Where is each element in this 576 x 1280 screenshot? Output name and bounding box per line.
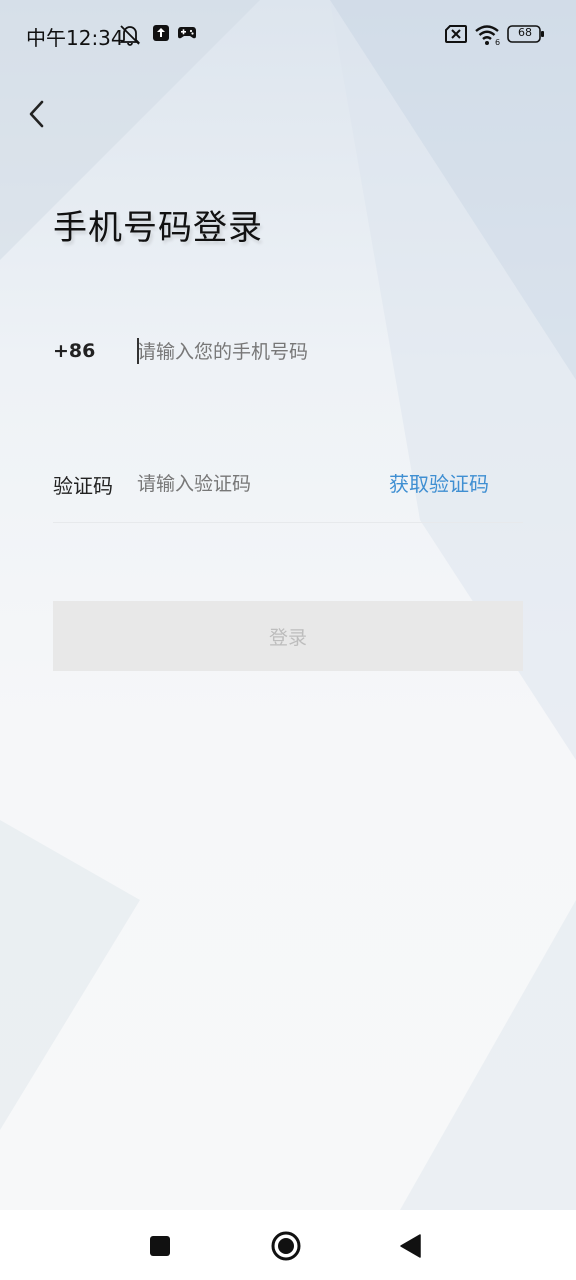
page-title: 手机号码登录 (53, 208, 263, 248)
code-row: 验证码 获取验证码 (53, 462, 523, 523)
recent-apps-button[interactable] (142, 1228, 178, 1264)
code-label: 验证码 (53, 474, 113, 498)
upload-icon (152, 24, 170, 46)
chevron-left-icon (29, 100, 44, 128)
recent-apps-icon (150, 1236, 170, 1256)
phone-row: +86 (53, 330, 523, 374)
back-icon (400, 1234, 421, 1258)
get-code-button[interactable]: 获取验证码 (389, 468, 489, 497)
status-bar: 中午12:34 6 68 (0, 0, 576, 72)
battery-icon: 68 (507, 24, 545, 48)
mute-icon (118, 24, 142, 50)
wifi-icon: 6 (474, 24, 502, 50)
status-time: 中午12:34 (26, 26, 124, 50)
text-caret (137, 338, 139, 364)
battery-level: 68 (518, 26, 532, 39)
svg-text:6: 6 (495, 38, 500, 46)
sim-disabled-icon (444, 24, 468, 48)
nav-bar (0, 1210, 576, 1280)
home-icon (271, 1231, 301, 1261)
code-input[interactable] (137, 470, 357, 498)
home-button[interactable] (268, 1228, 304, 1264)
nav-back-button[interactable] (392, 1228, 428, 1264)
login-button[interactable]: 登录 (53, 601, 523, 671)
back-button[interactable] (18, 96, 54, 132)
country-code[interactable]: +86 (53, 340, 95, 362)
gamepad-icon (177, 24, 197, 46)
phone-input[interactable] (137, 338, 437, 366)
